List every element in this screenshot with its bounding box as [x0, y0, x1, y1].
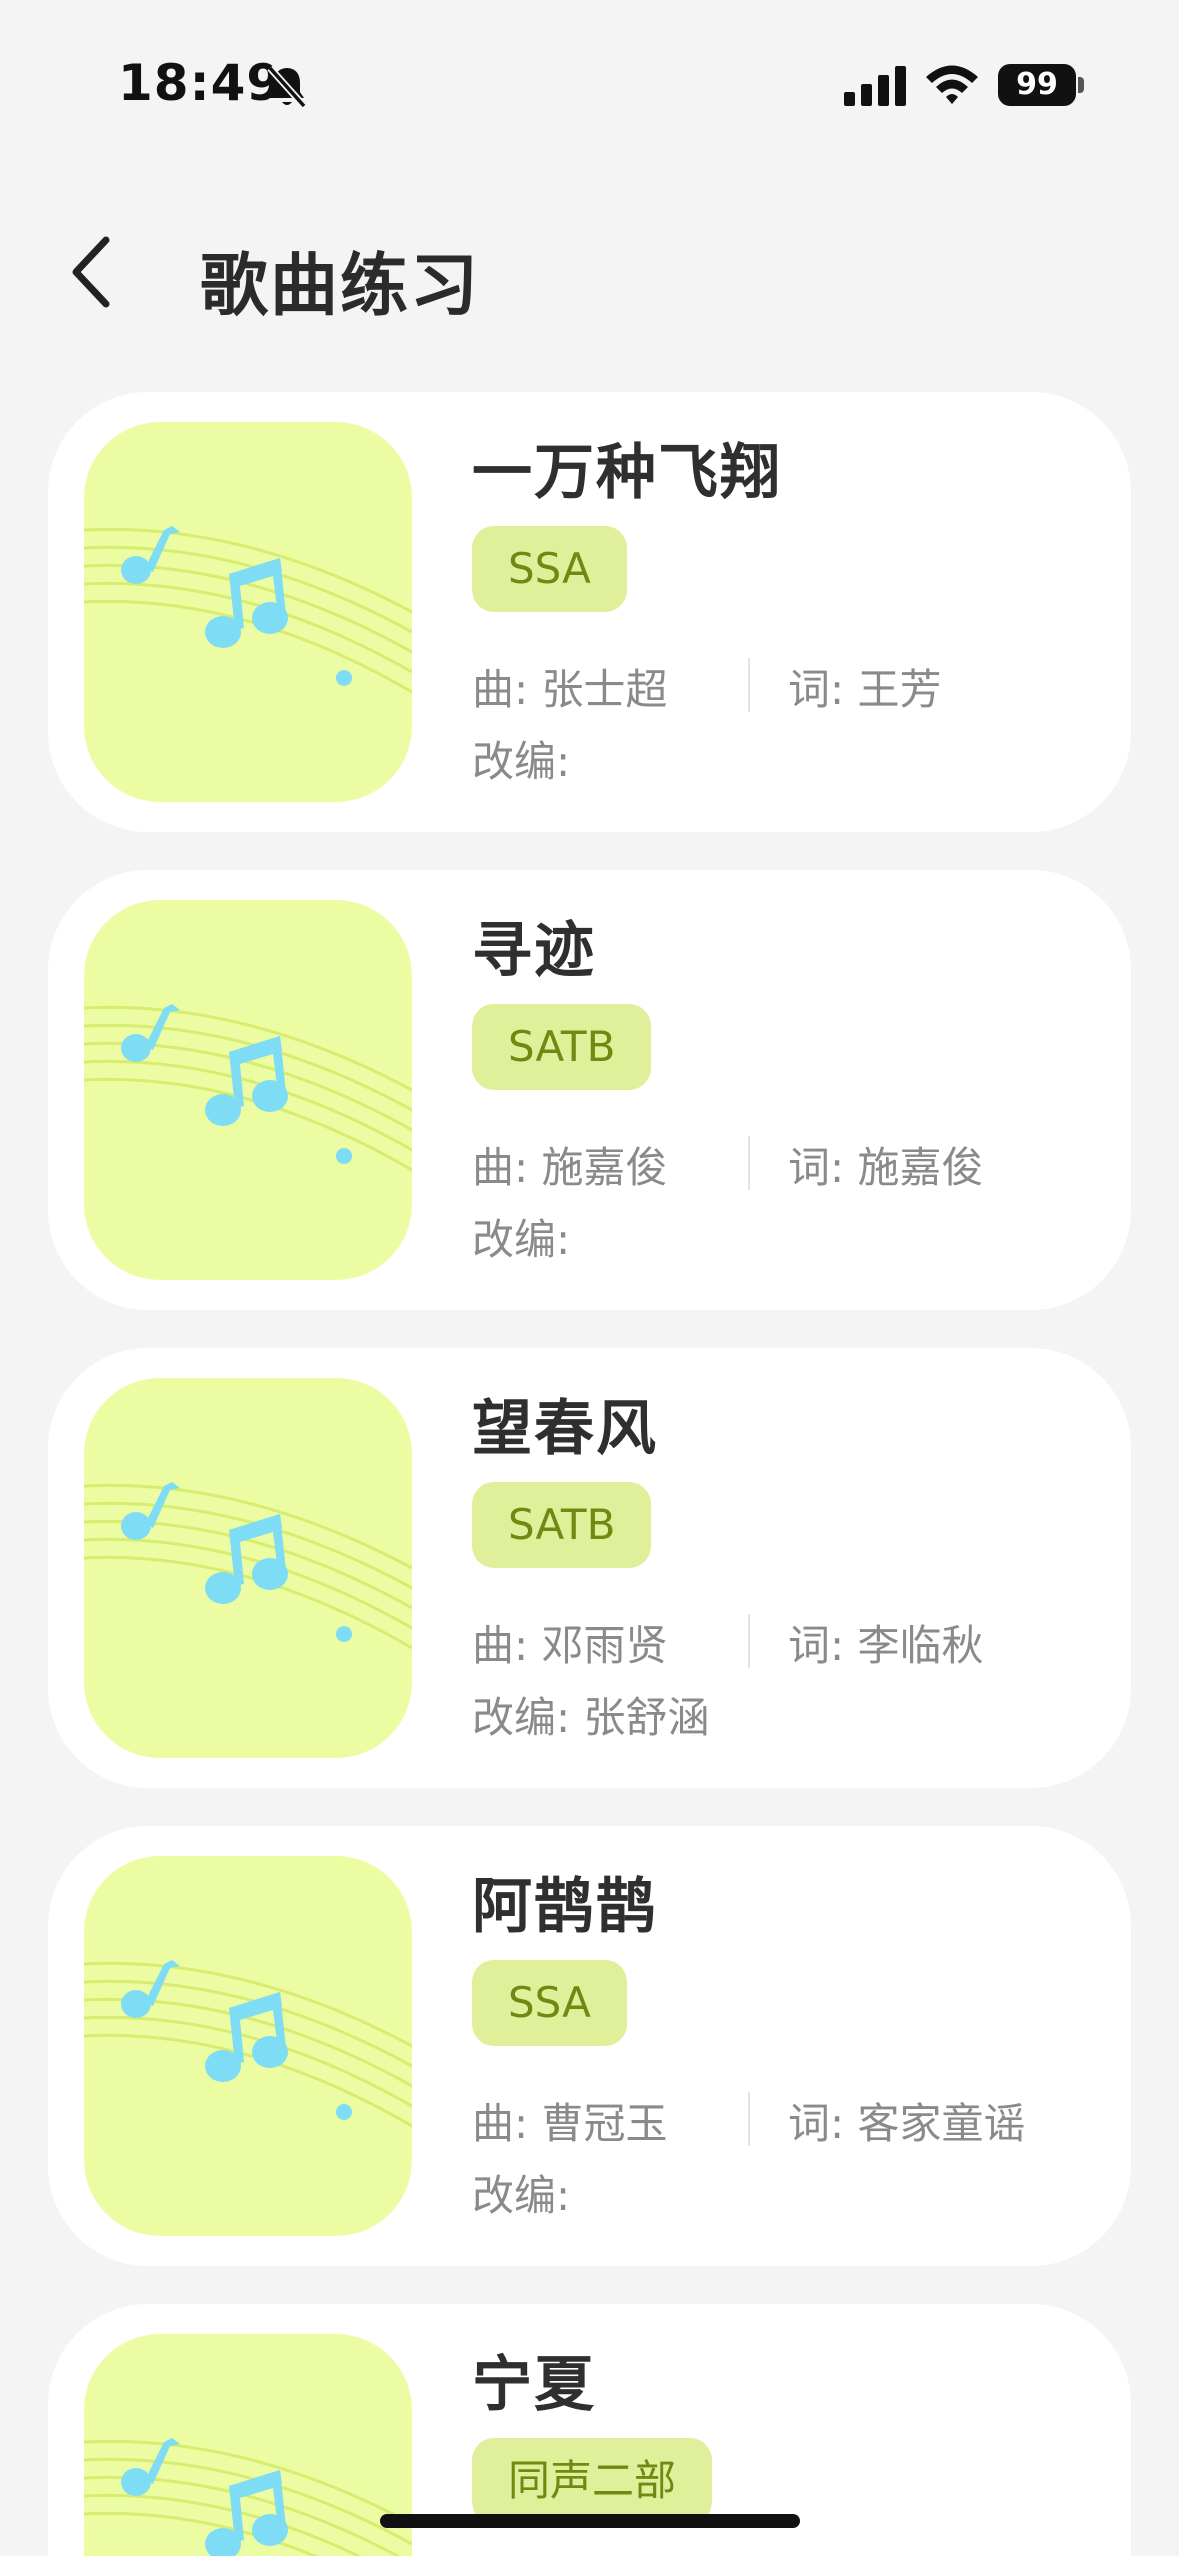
status-time: 18:49 — [118, 54, 283, 112]
song-title: 宁夏 — [472, 2350, 596, 2420]
song-card[interactable]: 望春风 SATB 曲: 邓雨贤 词: 李临秋 改编: 张舒涵 — [48, 1348, 1131, 1788]
meta-divider — [748, 1136, 750, 1190]
chevron-left-icon[interactable] — [60, 232, 130, 312]
signal-icon — [844, 66, 906, 106]
lyricist-label: 词: 施嘉俊 — [788, 1143, 984, 1192]
meta-divider — [748, 2092, 750, 2146]
voicing-badge: SATB — [472, 1004, 652, 1090]
voicing-badge: 同声二部 — [472, 2438, 713, 2524]
music-note-icon — [84, 2334, 412, 2556]
song-title: 望春风 — [472, 1394, 658, 1464]
song-title: 阿鹊鹊 — [472, 1872, 658, 1942]
page-title: 歌曲练习 — [200, 247, 481, 326]
battery-cap — [1078, 77, 1084, 93]
arranger-label: 改编: — [472, 737, 571, 786]
composer-label: 曲: 邓雨贤 — [472, 1621, 668, 1670]
battery-icon: 99 — [998, 64, 1076, 106]
header: 歌曲练习 — [0, 200, 1179, 340]
song-title: 寻迹 — [472, 916, 596, 986]
arranger-label: 改编: — [472, 2171, 571, 2220]
bell-slash-icon — [267, 65, 307, 109]
voicing-badge: SATB — [472, 1482, 652, 1568]
voicing-badge: SSA — [472, 1960, 627, 2046]
wifi-icon — [926, 65, 978, 104]
lyricist-label: 词: 李临秋 — [788, 1621, 984, 1670]
song-card[interactable]: 阿鹊鹊 SSA 曲: 曹冠玉 词: 客家童谣 改编: — [48, 1826, 1131, 2266]
song-card[interactable]: 寻迹 SATB 曲: 施嘉俊 词: 施嘉俊 改编: — [48, 870, 1131, 1310]
music-note-icon — [84, 422, 412, 802]
music-note-icon — [84, 1378, 412, 1758]
song-card[interactable]: 一万种飞翔 SSA 曲: 张士超 词: 王芳 改编: — [48, 392, 1131, 832]
composer-label: 曲: 施嘉俊 — [472, 1143, 668, 1192]
music-note-icon — [84, 900, 412, 1280]
song-title: 一万种飞翔 — [472, 438, 782, 508]
voicing-badge: SSA — [472, 526, 627, 612]
lyricist-label: 词: 客家童谣 — [788, 2099, 1026, 2148]
composer-label: 曲: 张士超 — [472, 665, 668, 714]
arranger-label: 改编: — [472, 1215, 571, 1264]
meta-divider — [748, 658, 750, 712]
lyricist-label: 词: 王芳 — [788, 665, 942, 714]
home-indicator[interactable] — [380, 2514, 800, 2528]
arranger-label: 改编: 张舒涵 — [472, 1693, 710, 1742]
composer-label: 曲: 曹冠玉 — [472, 2099, 668, 2148]
status-bar: 18:49 99 — [0, 0, 1179, 170]
music-note-icon — [84, 1856, 412, 2236]
meta-divider — [748, 1614, 750, 1668]
